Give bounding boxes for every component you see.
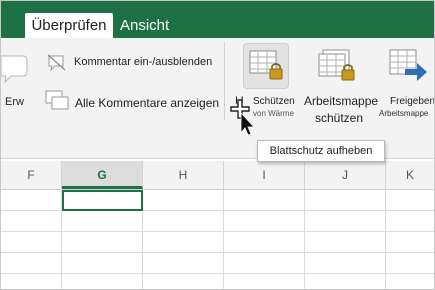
ribbon-separator bbox=[224, 42, 225, 120]
protect-sheet-button[interactable] bbox=[243, 43, 289, 89]
show-all-comments-icon[interactable] bbox=[45, 90, 71, 112]
tab-view[interactable]: Ansicht bbox=[120, 13, 180, 38]
excel-window: Überprüfen Ansicht Erw Kommentar ein-/au… bbox=[0, 0, 435, 290]
protect-sheet-tooltip: Blattschutz aufheben bbox=[257, 140, 385, 162]
protect-sheet-sublabel: von Wärme bbox=[253, 109, 294, 118]
protect-sheet-label: Schützen bbox=[253, 96, 295, 107]
column-header-row: F G H I J K bbox=[1, 161, 434, 190]
protect-workbook-icon bbox=[318, 49, 355, 81]
grid-line bbox=[1, 252, 434, 253]
mouse-cursor-icon bbox=[230, 99, 255, 136]
column-header-j[interactable]: J bbox=[305, 161, 386, 189]
protect-workbook-button[interactable] bbox=[315, 43, 359, 87]
show-hide-comment-icon[interactable] bbox=[47, 54, 67, 72]
grid-line bbox=[223, 190, 224, 289]
cell-grid[interactable] bbox=[1, 190, 434, 289]
grid-line bbox=[1, 231, 434, 232]
show-hide-comment-label[interactable]: Kommentar ein-/ausblenden bbox=[74, 56, 212, 68]
protect-sheet-icon bbox=[249, 50, 283, 80]
column-header-k[interactable]: K bbox=[386, 161, 434, 189]
column-header-f[interactable]: F bbox=[1, 161, 62, 189]
protect-workbook-label-line2: schützen bbox=[315, 111, 364, 125]
share-workbook-button[interactable] bbox=[385, 43, 429, 87]
grid-line bbox=[1, 273, 434, 274]
share-workbook-label-line2: Arbeitsmappe bbox=[379, 109, 429, 118]
active-cell[interactable] bbox=[62, 190, 143, 211]
tab-review[interactable]: Überprüfen bbox=[25, 13, 113, 38]
column-header-h[interactable]: H bbox=[143, 161, 224, 189]
share-workbook-label-line1: Freigeben bbox=[390, 96, 435, 107]
new-comment-icon[interactable] bbox=[1, 52, 29, 86]
column-header-i[interactable]: I bbox=[224, 161, 305, 189]
grid-line bbox=[385, 190, 386, 289]
protect-workbook-label-line1: Arbeitsmappe bbox=[304, 94, 379, 108]
share-workbook-icon bbox=[389, 49, 427, 81]
new-comment-label: Erw bbox=[5, 96, 24, 108]
column-header-g[interactable]: G bbox=[62, 161, 143, 189]
grid-line bbox=[304, 190, 305, 289]
ribbon-tab-bar: Überprüfen Ansicht bbox=[1, 1, 434, 38]
show-all-comments-label[interactable]: Alle Kommentare anzeigen bbox=[75, 96, 219, 110]
